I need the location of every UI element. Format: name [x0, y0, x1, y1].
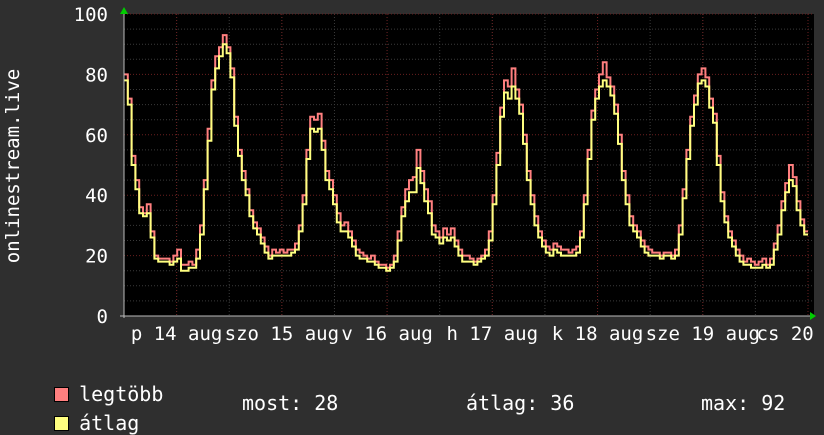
x-tick-label: v 16 aug — [341, 323, 433, 345]
legend-item-avg: átlag — [30, 393, 139, 433]
y-tick-label: 100 — [74, 4, 108, 26]
x-tick-label: szo 15 aug — [225, 323, 339, 345]
x-tick-label: k 18 aug — [552, 323, 644, 345]
x-tick-label: h 17 aug — [447, 323, 539, 345]
legend-swatch-avg — [54, 416, 70, 431]
y-tick-label: 80 — [85, 64, 108, 86]
x-tick-label: cs 20 aug — [757, 323, 824, 345]
y-axis-arrow-icon — [120, 7, 128, 14]
x-tick-label: p 14 aug — [131, 323, 223, 345]
stat-average-value: 36 — [550, 391, 575, 415]
stat-current-value: 28 — [314, 391, 339, 415]
stat-current-label: most: — [242, 391, 303, 415]
stat-average-label: átlag: — [466, 391, 539, 415]
x-tick-label: sze 19 aug — [646, 323, 760, 345]
legend-label-avg: átlag — [79, 411, 140, 435]
y-axis-label: onlinestream.live — [2, 69, 24, 263]
x-tick-labels: p 14 aug szo 15 aug v 16 aug h 17 aug k 18 a… — [131, 323, 824, 345]
stat-current: most: 28 — [242, 393, 338, 413]
stat-max: max: 92 — [701, 393, 785, 413]
y-tick-labels: 0 20 40 60 80 100 — [74, 4, 108, 328]
stat-max-label: max: — [701, 391, 750, 415]
y-tick-label: 40 — [85, 185, 108, 207]
y-tick-label: 0 — [97, 306, 108, 328]
stat-average: átlag: 36 — [466, 393, 574, 413]
y-tick-label: 20 — [85, 246, 108, 268]
y-tick-label: 60 — [85, 125, 108, 147]
stat-max-value: 92 — [761, 391, 786, 415]
